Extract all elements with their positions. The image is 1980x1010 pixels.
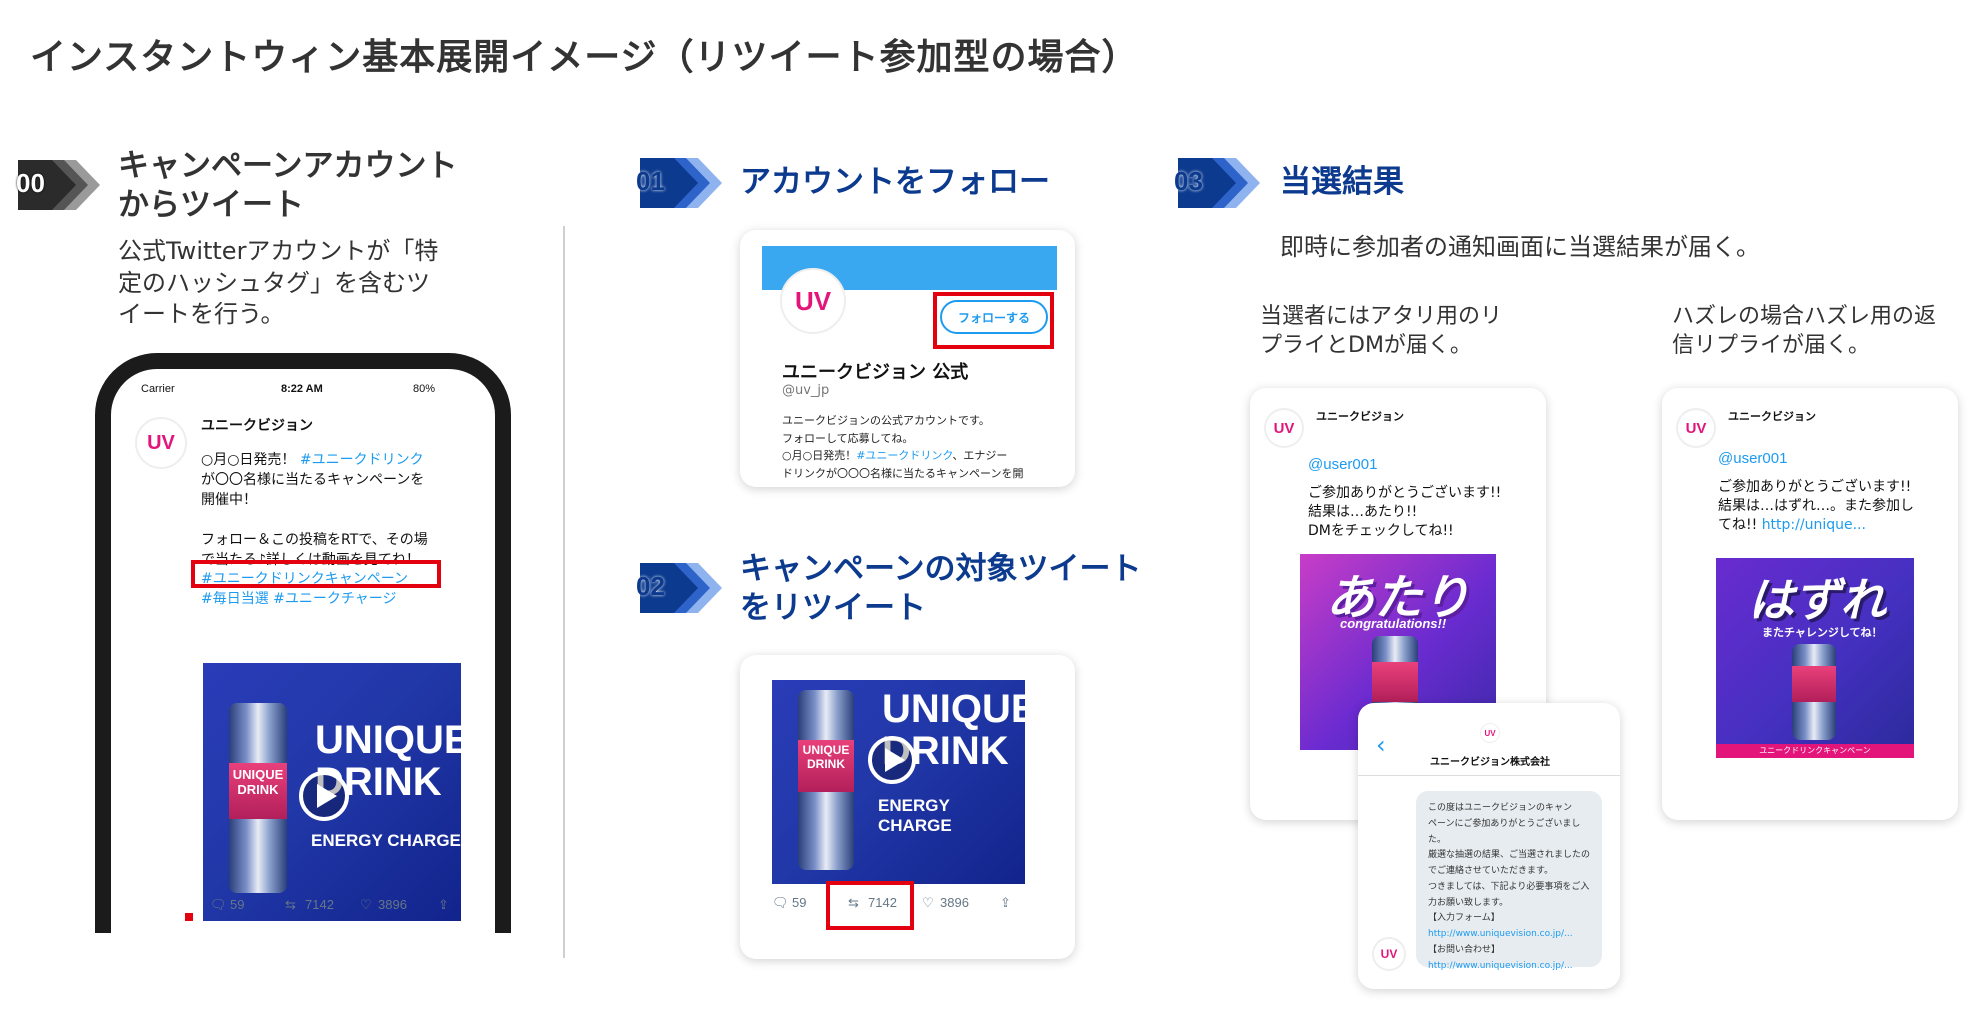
drink-can: UNIQUE DRINK xyxy=(798,690,854,870)
uv-logo: UV xyxy=(1380,947,1398,961)
drink-can xyxy=(1792,644,1836,740)
step-03-number: 03 xyxy=(1174,166,1203,196)
dm-header-divider xyxy=(1358,775,1620,776)
tweet-video-thumbnail[interactable]: UNIQUE DRINK UNIQUE DRINK ENERGY CHARGE xyxy=(772,680,1025,884)
drink-can: UNIQUE DRINK xyxy=(229,703,287,893)
step-03-title: 当選結果 xyxy=(1280,164,1404,200)
status-battery: 80% xyxy=(413,383,436,395)
win-sub-word: congratulations!! xyxy=(1340,616,1447,631)
step-03-description: 即時に参加者の通知画面に当選結果が届く。 xyxy=(1280,233,1760,261)
lose-big-word: はずれ xyxy=(1748,573,1886,627)
share-icon[interactable]: ⇪ xyxy=(438,897,449,913)
step-02-title: キャンペーンの対象ツイート をリツイート xyxy=(740,551,1142,626)
contact-link[interactable]: http://www.uniquevision.co.jp/... xyxy=(1428,959,1590,975)
retweet-icon[interactable]: ⇆ xyxy=(285,897,296,913)
retweet-count: 7142 xyxy=(305,897,334,912)
avatar[interactable]: UV xyxy=(1264,408,1304,448)
uv-logo: UV xyxy=(1273,419,1295,437)
energy-charge-text: ENERGY CHARGE xyxy=(878,796,952,835)
section-divider xyxy=(563,226,565,958)
step-00-description: 公式Twitterアカウントが「特 定のハッシュタグ」を含むツ イートを行う。 xyxy=(118,236,438,331)
tweet-video-thumbnail[interactable]: UNIQUE DRINK UNIQUE DRINK ENERGY CHARGE xyxy=(203,663,461,921)
play-icon[interactable] xyxy=(868,736,916,784)
lose-description: ハズレの場合ハズレ用の返 信リプライが届く。 xyxy=(1672,304,1937,359)
hashtag-highlight-box xyxy=(191,560,441,588)
avatar[interactable]: UV xyxy=(1372,937,1406,971)
reply-icon[interactable]: 🗨 xyxy=(772,895,789,911)
step-00-title-line1: キャンペーンアカウント xyxy=(118,148,458,184)
profile-bio: ユニークビジョンの公式アカウントです。 フォローして応募してね。 ○月○日発売！… xyxy=(782,414,1024,480)
page-title: インスタントウィン基本展開イメージ（リツイート参加型の場合） xyxy=(30,37,1139,78)
status-time: 8:22 AM xyxy=(281,383,323,395)
dm-company-name: ユニークビジョン株式会社 xyxy=(1430,757,1550,768)
uv-logo: UV xyxy=(794,285,832,316)
uv-logo: UV xyxy=(1685,419,1707,437)
reply-body: ご参加ありがとうございます!! 結果は…あたり!! DMをチェックしてね!! xyxy=(1308,485,1502,539)
like-count: 3896 xyxy=(378,897,407,912)
like-icon[interactable]: ♡ xyxy=(360,897,372,913)
avatar[interactable]: UV xyxy=(1480,723,1500,743)
reply-body: ご参加ありがとうございます!! 結果は…はずれ…。また参加し てね!! http… xyxy=(1718,479,1914,533)
phone-screen: Carrier 8:22 AM 80% UV ユニークビジョン ○月○日発売！ … xyxy=(111,369,495,933)
hashtag-sub-link[interactable]: #毎日当選 #ユニークチャージ xyxy=(201,590,491,610)
reply-mention[interactable]: @user001 xyxy=(1308,456,1377,473)
reply-icon[interactable]: 🗨 xyxy=(210,897,227,913)
dm-card: ‹ UV ユニークビジョン株式会社 この度はユニークビジョンのキャン ペーンにご… xyxy=(1358,703,1620,989)
reply-count: 59 xyxy=(792,895,807,910)
lose-reply-card: UV ユニークビジョン @user001 ご参加ありがとうございます!! 結果は… xyxy=(1662,388,1958,820)
step-01-number: 01 xyxy=(636,166,665,196)
step-00-desc-line1: 公式Twitterアカウントが「特 xyxy=(118,237,439,265)
like-count: 3896 xyxy=(940,895,969,910)
avatar[interactable]: UV xyxy=(780,268,846,334)
avatar[interactable]: UV xyxy=(135,417,187,469)
reply-link[interactable]: http://unique... xyxy=(1762,517,1866,533)
status-bar: Carrier 8:22 AM 80% xyxy=(111,377,495,401)
tweet-account-name[interactable]: ユニークビジョン xyxy=(201,415,313,435)
hashtag-highlight-box xyxy=(185,913,193,921)
uv-logo: UV xyxy=(147,431,175,454)
lose-sub-word: またチャレンジしてね！ xyxy=(1762,626,1883,639)
follow-highlight-box xyxy=(933,292,1054,349)
profile-name: ユニークビジョン 公式 xyxy=(782,362,969,383)
account-profile-card: UV フォローする ユニークビジョン 公式 @uv_jp ユニークビジョンの公式… xyxy=(740,230,1075,487)
back-arrow-icon[interactable]: ‹ xyxy=(1376,731,1386,759)
step-00-desc-line3: イートを行う。 xyxy=(118,300,285,329)
status-carrier: Carrier xyxy=(141,383,175,395)
retweet-highlight-box xyxy=(826,881,914,930)
profile-handle: @uv_jp xyxy=(782,383,830,398)
reply-account-name: ユニークビジョン xyxy=(1728,410,1816,423)
reply-mention[interactable]: @user001 xyxy=(1718,450,1787,467)
like-icon[interactable]: ♡ xyxy=(922,895,934,911)
step-00-title-line2: からツイート xyxy=(118,186,304,223)
campaign-banner: ユニークドリンクキャンペーン xyxy=(1716,744,1914,758)
uv-logo: UV xyxy=(1484,728,1496,738)
dm-message-bubble: この度はユニークビジョンのキャン ペーンにご参加ありがとうございました。 厳選な… xyxy=(1416,791,1602,971)
win-description: 当選者にはアタリ用のリ プライとDMが届く。 xyxy=(1260,304,1503,359)
reply-count: 59 xyxy=(230,897,245,912)
step-00-number: 00 xyxy=(16,168,45,198)
step-02-number: 02 xyxy=(636,571,665,601)
step-00-title: キャンペーンアカウント からツイート xyxy=(118,147,457,225)
phone-mockup: Carrier 8:22 AM 80% UV ユニークビジョン ○月○日発売！ … xyxy=(95,353,511,933)
can-label: UNIQUE DRINK xyxy=(232,767,284,797)
lose-result-image: はずれ またチャレンジしてね！ ユニークドリンクキャンペーン xyxy=(1716,558,1914,758)
tweet-actions: 🗨 59 ⇆ 7142 ♡ 3896 ⇪ xyxy=(210,897,470,917)
avatar[interactable]: UV xyxy=(1676,408,1716,448)
step-01-title: アカウントをフォロー xyxy=(740,164,1050,200)
step-00-desc-line2: 定のハッシュタグ」を含むツ xyxy=(118,268,430,297)
energy-charge-text: ENERGY CHARGE xyxy=(311,831,461,850)
reply-account-name: ユニークビジョン xyxy=(1316,410,1404,423)
play-icon[interactable] xyxy=(299,771,349,821)
share-icon[interactable]: ⇪ xyxy=(1000,895,1011,911)
form-link[interactable]: http://www.uniquevision.co.jp/... xyxy=(1428,927,1590,943)
hashtag-link[interactable]: #ユニークドリンク xyxy=(300,452,424,468)
